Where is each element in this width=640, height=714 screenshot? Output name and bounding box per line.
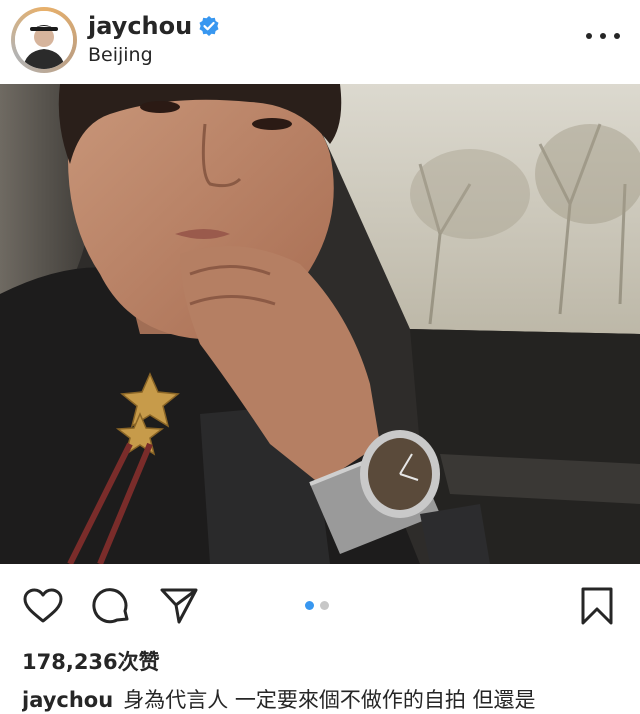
action-bar bbox=[0, 564, 640, 644]
caption-username[interactable]: jaychou bbox=[22, 688, 113, 712]
carousel-dot bbox=[320, 601, 329, 610]
selfie-photo bbox=[0, 84, 640, 564]
caption-text: 身為代言人 一定要來個不做作的自拍 但還是 bbox=[123, 688, 536, 712]
post-header: jaychou Beijing bbox=[0, 0, 640, 84]
heart-icon[interactable] bbox=[22, 585, 64, 627]
avatar-image bbox=[15, 11, 73, 69]
username-row: jaychou bbox=[88, 12, 220, 40]
carousel-dot-active bbox=[305, 601, 314, 610]
post-photo[interactable] bbox=[0, 84, 640, 564]
more-options-icon[interactable] bbox=[586, 26, 620, 46]
location-link[interactable]: Beijing bbox=[88, 44, 153, 66]
username[interactable]: jaychou bbox=[88, 12, 192, 40]
comment-bubble-icon[interactable] bbox=[90, 585, 132, 627]
paper-plane-icon[interactable] bbox=[158, 585, 200, 627]
bookmark-icon[interactable] bbox=[576, 585, 618, 627]
like-count[interactable]: 178,236次赞 bbox=[22, 646, 160, 676]
caption: jaychou 身為代言人 一定要來個不做作的自拍 但還是 bbox=[22, 684, 632, 714]
carousel-indicator bbox=[305, 601, 329, 610]
avatar[interactable] bbox=[11, 7, 77, 73]
verified-badge-icon bbox=[198, 15, 220, 37]
